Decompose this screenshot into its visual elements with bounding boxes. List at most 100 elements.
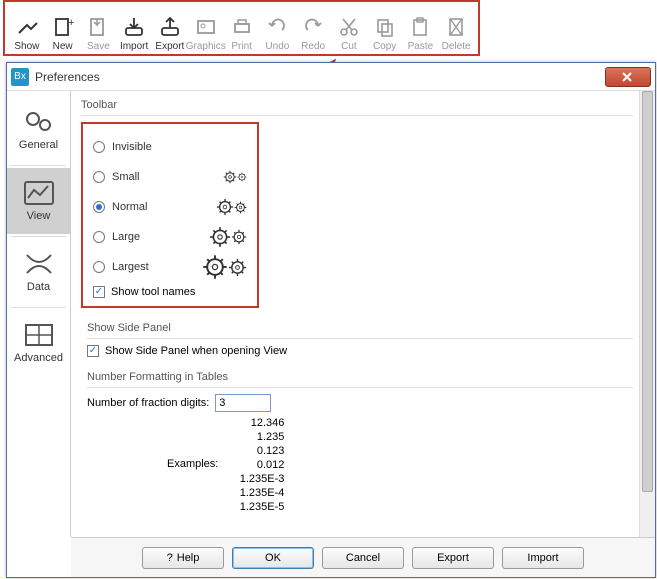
graphics-icon	[195, 16, 217, 38]
example-value: 0.123	[224, 444, 284, 458]
show-side-panel-checkbox[interactable]	[87, 345, 99, 357]
app-icon: Bx	[11, 68, 29, 86]
tool-label: Save	[87, 41, 110, 52]
toolbar-size-radio-large[interactable]	[93, 231, 105, 243]
preferences-dialog: Bx Preferences General View Data	[6, 62, 656, 578]
tool-label: Export	[155, 41, 184, 52]
toolbar-import[interactable]: Import	[116, 4, 152, 52]
content-pane: Toolbar InvisibleSmallNormalLargeLargest…	[71, 91, 655, 537]
grid-icon	[23, 322, 55, 348]
toolbar-new[interactable]: + New	[45, 4, 81, 52]
number-format-heading: Number Formatting in Tables	[87, 371, 633, 383]
paste-icon	[409, 16, 431, 38]
toolbar-size-radio-normal[interactable]	[93, 201, 105, 213]
tool-label: Import	[120, 41, 148, 52]
tool-label: Undo	[265, 41, 289, 52]
app-toolbar-callout: Show + New Save Import ExportGraphics Print Und…	[3, 0, 480, 56]
radio-label: Large	[112, 231, 140, 243]
toolbar-options-callout: InvisibleSmallNormalLargeLargestShow too…	[81, 122, 259, 308]
example-value: 1.235E-4	[224, 486, 284, 500]
tool-label: Print	[231, 41, 252, 52]
undo-icon	[266, 16, 288, 38]
import-button[interactable]: Import	[502, 547, 584, 569]
category-tabs: General View Data Advanced	[7, 91, 71, 537]
gear-preview-icon	[209, 226, 247, 248]
tool-label: Redo	[301, 41, 325, 52]
toolbar-show[interactable]: Show	[9, 4, 45, 52]
toolbar-size-radio-largest[interactable]	[93, 261, 105, 273]
delete-icon	[445, 16, 467, 38]
toolbar-save[interactable]: Save	[81, 4, 117, 52]
fraction-digits-input[interactable]	[215, 394, 271, 412]
scrollbar[interactable]	[639, 91, 655, 537]
show-tool-names-checkbox[interactable]	[93, 286, 105, 298]
print-icon	[231, 16, 253, 38]
tool-label: Graphics	[186, 41, 226, 52]
radio-label: Small	[112, 171, 140, 183]
button-label: Import	[527, 552, 558, 564]
tab-label: Advanced	[14, 352, 63, 364]
gear-preview-icon	[223, 170, 247, 184]
tab-label: View	[27, 210, 51, 222]
example-value: 1.235	[224, 430, 284, 444]
new-icon: +	[52, 16, 74, 38]
save-icon	[87, 16, 109, 38]
example-value: 12.346	[224, 416, 284, 430]
show-icon	[16, 16, 38, 38]
fraction-digits-label: Number of fraction digits:	[87, 397, 209, 409]
dialog-button-bar: ?Help OK Cancel Export Import	[71, 537, 655, 577]
show-tool-names-label: Show tool names	[111, 286, 195, 298]
dna-icon	[23, 251, 55, 277]
export-button[interactable]: Export	[412, 547, 494, 569]
toolbar-print[interactable]: Print	[224, 4, 260, 52]
ok-button[interactable]: OK	[232, 547, 314, 569]
tab-data[interactable]: Data	[7, 239, 70, 305]
tool-label: New	[53, 41, 73, 52]
side-panel-heading: Show Side Panel	[87, 322, 633, 334]
tool-label: Paste	[408, 41, 434, 52]
toolbar-export[interactable]: Export	[152, 4, 188, 52]
example-value: 0.012	[224, 458, 284, 472]
toolbar-copy[interactable]: Copy	[367, 4, 403, 52]
radio-label: Invisible	[112, 141, 152, 153]
tab-label: Data	[27, 281, 50, 293]
cancel-button[interactable]: Cancel	[322, 547, 404, 569]
svg-text:+: +	[68, 17, 74, 29]
radio-label: Largest	[112, 261, 149, 273]
toolbar-heading: Toolbar	[81, 99, 633, 111]
toolbar-size-radio-invisible[interactable]	[93, 141, 105, 153]
toolbar-graphics[interactable]: Graphics	[188, 4, 224, 52]
toolbar-undo[interactable]: Undo	[260, 4, 296, 52]
tab-label: General	[19, 139, 58, 151]
redo-icon	[302, 16, 324, 38]
close-icon	[622, 72, 634, 82]
tool-label: Cut	[341, 41, 357, 52]
example-value: 1.235E-3	[224, 472, 284, 486]
gear-preview-icon	[202, 254, 247, 280]
tab-advanced[interactable]: Advanced	[7, 310, 70, 376]
toolbar-redo[interactable]: Redo	[295, 4, 331, 52]
example-value: 1.235E-5	[224, 500, 284, 514]
button-label: OK	[265, 552, 281, 564]
tab-general[interactable]: General	[7, 97, 70, 163]
toolbar-cut[interactable]: Cut	[331, 4, 367, 52]
button-label: Cancel	[346, 552, 380, 564]
tab-view[interactable]: View	[7, 168, 70, 234]
close-button[interactable]	[605, 67, 651, 87]
scrollbar-thumb[interactable]	[642, 91, 653, 492]
copy-icon	[374, 16, 396, 38]
import-icon	[123, 16, 145, 38]
toolbar-paste[interactable]: Paste	[403, 4, 439, 52]
examples-block: Examples:12.3461.2350.1230.0121.235E-31.…	[167, 416, 633, 514]
cut-icon	[338, 16, 360, 38]
help-button[interactable]: ?Help	[142, 547, 224, 569]
toolbar-size-radio-small[interactable]	[93, 171, 105, 183]
examples-label: Examples:	[167, 458, 224, 472]
export-icon	[159, 16, 181, 38]
gear-preview-icon	[216, 198, 247, 216]
chart-icon	[23, 180, 55, 206]
dialog-title: Preferences	[35, 70, 100, 84]
toolbar-delete[interactable]: Delete	[438, 4, 474, 52]
tool-label: Copy	[373, 41, 396, 52]
button-label: Help	[177, 552, 200, 564]
